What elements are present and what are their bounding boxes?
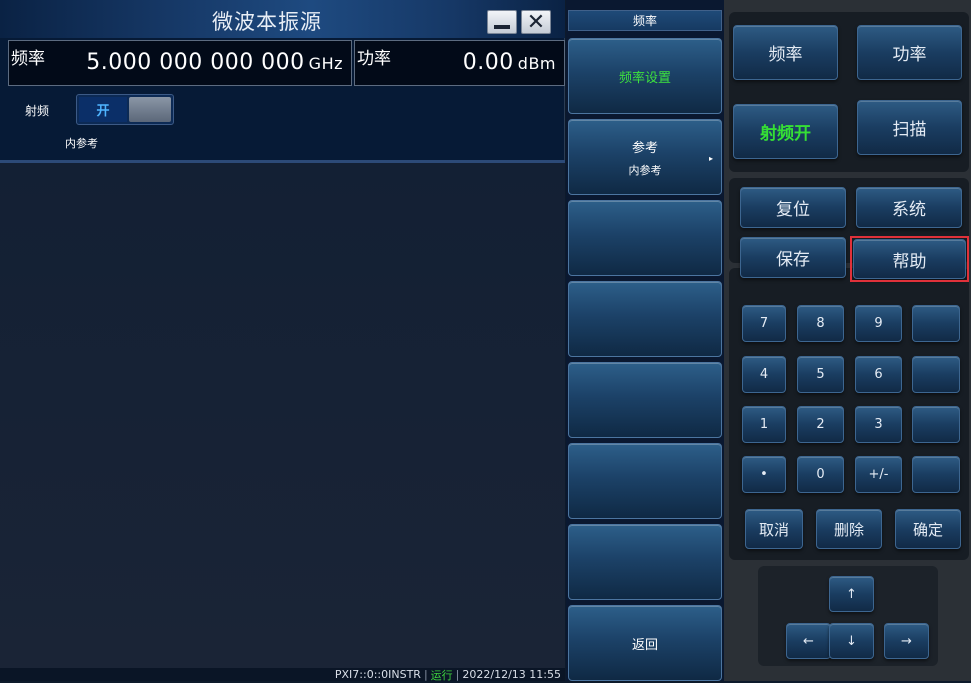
submenu-arrow-icon: ▸ — [708, 154, 713, 163]
save-hardkey[interactable]: 保存 — [740, 237, 846, 278]
power-unit: dBm — [517, 54, 556, 73]
keypad-blank-1[interactable] — [912, 305, 960, 342]
softkey-empty-6[interactable] — [568, 443, 722, 519]
softkey-empty-7[interactable] — [568, 524, 722, 600]
window-title: 微波本振源 — [212, 10, 322, 34]
help-highlight-frame — [850, 236, 969, 282]
arrow-right-key[interactable]: → — [884, 623, 929, 659]
softkey-column: 频率 频率设置 参考 内参考 ▸ 返回 — [566, 0, 724, 681]
reference-status: 内参考 — [65, 137, 98, 150]
power-field[interactable]: 功率 0.00 dBm — [354, 40, 565, 86]
keypad-blank-2[interactable] — [912, 356, 960, 393]
arrow-down-key[interactable]: ↓ — [829, 623, 874, 659]
delete-hardkey[interactable]: 删除 — [816, 509, 882, 549]
softkey-reference[interactable]: 参考 内参考 ▸ — [568, 119, 722, 195]
power-value: 0.00 — [462, 50, 514, 75]
status-bar: PXI7::0::0INSTR | 运行 | 2022/12/13 11:55 — [0, 668, 565, 682]
power-label: 功率 — [357, 49, 391, 69]
sweep-hardkey[interactable]: 扫描 — [857, 100, 962, 155]
softkey-label: 返回 — [631, 637, 658, 653]
keypad-blank-3[interactable] — [912, 406, 960, 443]
softkey-menu-title: 频率 — [568, 10, 722, 31]
keypad-9[interactable]: 9 — [855, 305, 902, 342]
frequency-label: 频率 — [11, 49, 45, 69]
reset-hardkey[interactable]: 复位 — [740, 187, 846, 228]
softkey-empty-3[interactable] — [568, 200, 722, 276]
keypad-6[interactable]: 6 — [855, 356, 902, 393]
softkey-sublabel: 内参考 — [628, 163, 662, 177]
cancel-hardkey[interactable]: 取消 — [745, 509, 803, 549]
softkey-frequency-setting[interactable]: 频率设置 — [568, 38, 722, 114]
keypad-2[interactable]: 2 — [797, 406, 844, 443]
confirm-hardkey[interactable]: 确定 — [895, 509, 961, 549]
rf-on-hardkey[interactable]: 射频开 — [733, 104, 838, 159]
power-hardkey[interactable]: 功率 — [857, 25, 962, 80]
softkey-back[interactable]: 返回 — [568, 605, 722, 681]
keypad-3[interactable]: 3 — [855, 406, 902, 443]
softkey-empty-4[interactable] — [568, 281, 722, 357]
keypad-4[interactable]: 4 — [742, 356, 786, 393]
status-state: 运行 — [430, 668, 453, 682]
display-area — [0, 163, 565, 668]
arrow-left-key[interactable]: ← — [786, 623, 831, 659]
keypad-decimal[interactable]: • — [742, 456, 786, 493]
frequency-unit: GHz — [308, 54, 343, 73]
frequency-value: 5.000 000 000 000 — [86, 50, 305, 75]
freq-hardkey[interactable]: 频率 — [733, 25, 838, 80]
rf-toggle[interactable]: 开 — [76, 94, 174, 125]
keypad-8[interactable]: 8 — [797, 305, 844, 342]
status-separator: | — [423, 668, 428, 681]
status-resource: PXI7::0::0INSTR — [334, 668, 421, 681]
power-value-wrap: 0.00 dBm — [463, 50, 556, 75]
softkey-label: 参考 — [631, 140, 658, 156]
softkey-empty-5[interactable] — [568, 362, 722, 438]
minimize-button[interactable] — [487, 10, 517, 34]
rf-toggle-knob — [129, 97, 171, 122]
rf-label: 射频 — [25, 104, 50, 118]
keypad-blank-4[interactable] — [912, 456, 960, 493]
keypad-5[interactable]: 5 — [797, 356, 844, 393]
main-panel: 微波本振源 ✕ 频率 5.000 000 000 000 GHz 功率 0.00 d… — [0, 0, 565, 682]
status-datetime: 2022/12/13 11:55 — [462, 668, 561, 681]
keypad-plus-minus[interactable]: +/- — [855, 456, 902, 493]
rf-state: 开 — [79, 97, 127, 122]
keypad-0[interactable]: 0 — [797, 456, 844, 493]
softkey-label: 频率设置 — [618, 70, 671, 86]
frequency-field[interactable]: 频率 5.000 000 000 000 GHz — [8, 40, 352, 86]
arrow-up-key[interactable]: ↑ — [829, 576, 874, 612]
close-button[interactable]: ✕ — [521, 10, 551, 35]
keypad-7[interactable]: 7 — [742, 305, 786, 342]
frequency-value-wrap: 5.000 000 000 000 GHz — [86, 50, 343, 75]
title-bar: 微波本振源 ✕ — [0, 0, 565, 38]
keypad-1[interactable]: 1 — [742, 406, 786, 443]
system-hardkey[interactable]: 系统 — [856, 187, 962, 228]
status-separator: | — [455, 668, 460, 681]
